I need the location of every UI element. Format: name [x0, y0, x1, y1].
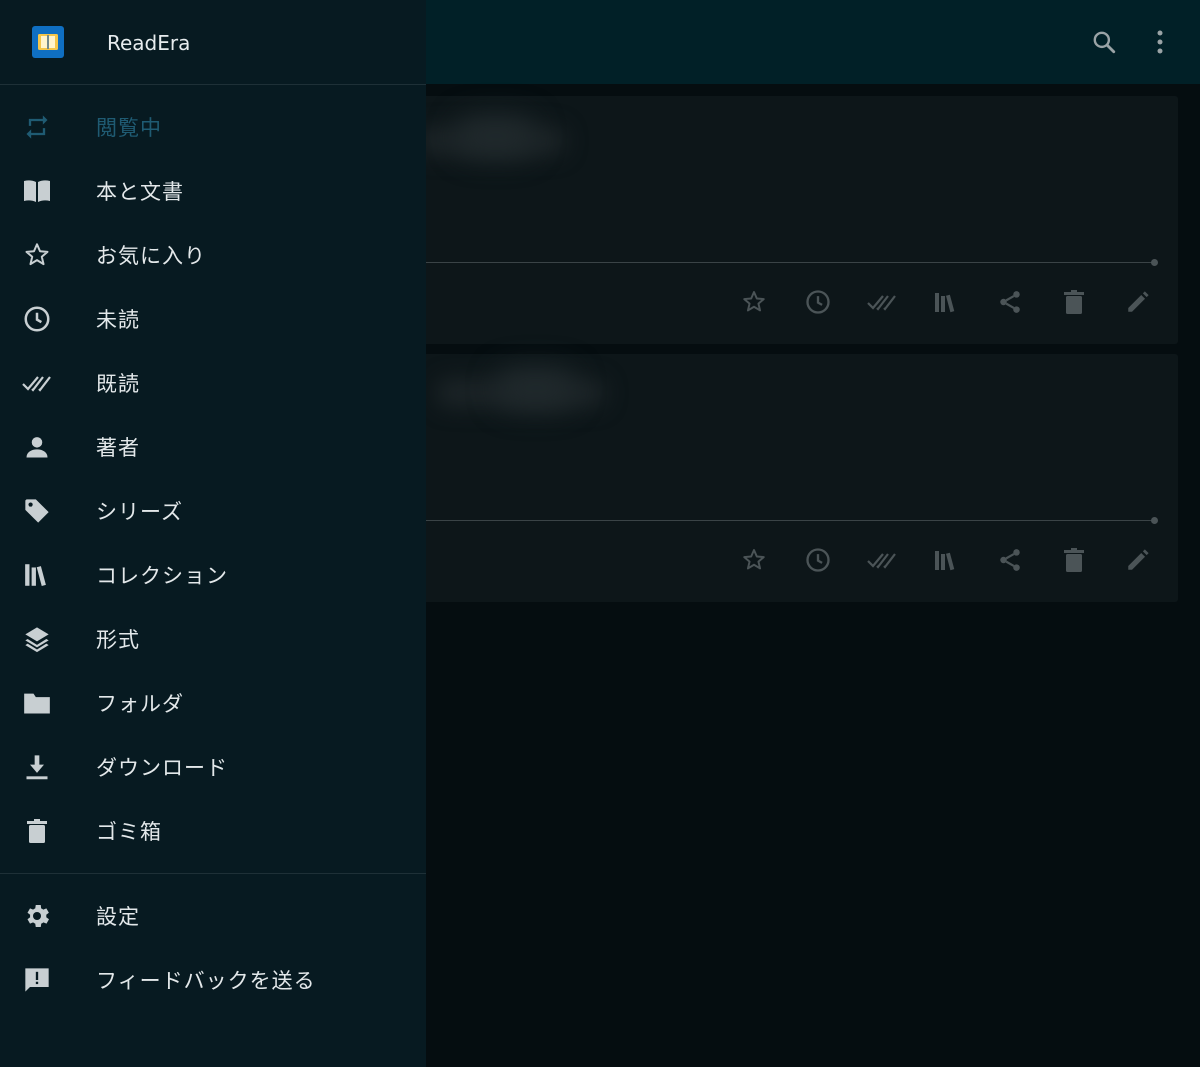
drawer-item-favorites[interactable]: お気に入り	[0, 223, 426, 287]
drawer-item-label: フォルダ	[96, 692, 184, 716]
progress-indicator	[1151, 259, 1158, 266]
drawer-item-label: ゴミ箱	[96, 820, 162, 844]
folder-icon	[20, 686, 54, 720]
progress-indicator	[1151, 517, 1158, 524]
edit-icon[interactable]	[1106, 542, 1170, 578]
edit-icon[interactable]	[1106, 284, 1170, 320]
download-icon	[20, 750, 54, 784]
books-shelf-icon[interactable]	[914, 542, 978, 578]
gear-icon	[20, 899, 54, 933]
drawer-item-label: 未読	[96, 308, 140, 332]
star-icon[interactable]	[722, 284, 786, 320]
drawer-item-label: コレクション	[96, 564, 228, 588]
drawer-item-read[interactable]: 既読	[0, 351, 426, 415]
clock-icon[interactable]	[786, 284, 850, 320]
drawer-item-send-feedback[interactable]: フィードバックを送る	[0, 948, 426, 1012]
book-card[interactable]	[396, 96, 1178, 344]
tag-icon	[20, 494, 54, 528]
more-vert-icon[interactable]	[1142, 24, 1178, 60]
drawer-item-label: 閲覧中	[96, 116, 162, 140]
share-icon[interactable]	[978, 542, 1042, 578]
clock-icon[interactable]	[786, 542, 850, 578]
search-icon[interactable]	[1086, 24, 1122, 60]
books-shelf-icon[interactable]	[914, 284, 978, 320]
repeat-icon	[20, 110, 54, 144]
reading-progress-bar	[426, 520, 1156, 521]
books-shelf-icon	[20, 558, 54, 592]
drawer-item-label: 本と文書	[96, 180, 184, 204]
layers-icon	[20, 622, 54, 656]
star-icon	[20, 238, 54, 272]
drawer-item-folders[interactable]: フォルダ	[0, 671, 426, 735]
book-card[interactable]	[396, 354, 1178, 602]
drawer-item-trash[interactable]: ゴミ箱	[0, 799, 426, 863]
drawer-item-label: 既読	[96, 372, 140, 396]
clock-icon	[20, 302, 54, 336]
person-icon	[20, 430, 54, 464]
drawer-item-label: 著者	[96, 436, 140, 460]
double-check-icon[interactable]	[850, 542, 914, 578]
drawer-item-label: 設定	[96, 905, 140, 929]
drawer-bottom-menu: 設定 フィードバックを送る	[0, 874, 426, 1012]
drawer-item-label: お気に入り	[96, 244, 206, 268]
drawer-item-collections[interactable]: コレクション	[0, 543, 426, 607]
drawer-item-settings[interactable]: 設定	[0, 884, 426, 948]
book-open-icon	[20, 174, 54, 208]
readera-logo-icon	[32, 26, 64, 58]
drawer-item-authors[interactable]: 著者	[0, 415, 426, 479]
trash-icon[interactable]	[1042, 284, 1106, 320]
reading-progress-bar	[426, 262, 1156, 263]
drawer-item-downloads[interactable]: ダウンロード	[0, 735, 426, 799]
app-name: ReadEra	[107, 31, 191, 55]
trash-icon	[20, 814, 54, 848]
drawer-item-label: フィードバックを送る	[96, 969, 316, 993]
drawer-item-label: ダウンロード	[96, 756, 228, 780]
double-check-icon	[20, 366, 54, 400]
drawer-item-reading[interactable]: 閲覧中	[0, 95, 426, 159]
star-icon[interactable]	[722, 542, 786, 578]
navigation-drawer: ReadEra 閲覧中 本と文書 お気に入り 未読 既読 著者 シリーズ コレク…	[0, 0, 426, 1067]
drawer-item-unread[interactable]: 未読	[0, 287, 426, 351]
trash-icon[interactable]	[1042, 542, 1106, 578]
drawer-menu: 閲覧中 本と文書 お気に入り 未読 既読 著者 シリーズ コレクション 形式 フ…	[0, 85, 426, 863]
drawer-item-label: シリーズ	[96, 500, 183, 524]
drawer-header: ReadEra	[0, 0, 426, 84]
drawer-item-formats[interactable]: 形式	[0, 607, 426, 671]
drawer-item-books-documents[interactable]: 本と文書	[0, 159, 426, 223]
book-title-blur	[456, 116, 536, 156]
drawer-item-series[interactable]: シリーズ	[0, 479, 426, 543]
feedback-icon	[20, 963, 54, 997]
drawer-item-label: 形式	[96, 628, 140, 652]
double-check-icon[interactable]	[850, 284, 914, 320]
share-icon[interactable]	[978, 284, 1042, 320]
book-title-blur	[496, 368, 576, 408]
